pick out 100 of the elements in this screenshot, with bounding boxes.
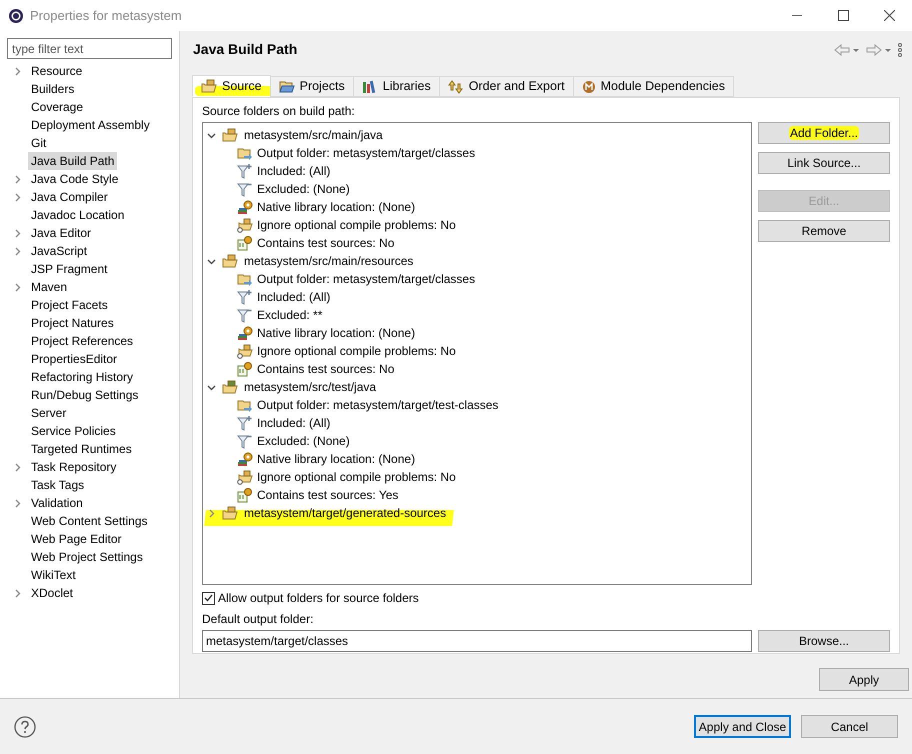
expand-icon[interactable] <box>13 498 22 508</box>
sidebar-item[interactable]: XDoclet <box>28 584 76 602</box>
module-icon <box>582 80 596 94</box>
books-gear-icon <box>237 325 253 341</box>
checkbox[interactable] <box>202 592 215 604</box>
expand-icon[interactable] <box>13 462 22 472</box>
tree-item[interactable]: Output folder: metasystem/target/classes <box>257 144 476 162</box>
sidebar-item[interactable]: Java Code Style <box>28 170 122 188</box>
sidebar-item[interactable]: Java Editor <box>28 224 94 242</box>
output-folder-field[interactable]: metasystem/target/classes <box>202 630 752 652</box>
sidebar-item[interactable]: Service Policies <box>28 422 119 440</box>
filter-plus-icon <box>237 289 253 305</box>
sidebar-item[interactable]: Refactoring History <box>28 368 136 386</box>
sidebar-item[interactable]: Project References <box>28 332 136 350</box>
folder-arrow-icon <box>237 146 253 160</box>
tree-item[interactable]: Ignore optional compile problems: No <box>257 468 456 486</box>
arrows-icon <box>448 80 464 94</box>
tab[interactable]: Order and Export <box>438 76 574 97</box>
tree-item[interactable]: Ignore optional compile problems: No <box>257 342 456 360</box>
package-folder-icon <box>237 217 253 233</box>
tree-item[interactable]: Excluded: (None) <box>257 432 350 450</box>
sidebar-item[interactable]: JSP Fragment <box>28 260 110 278</box>
sidebar-item[interactable]: Git <box>28 134 50 152</box>
sidebar-item[interactable]: Java Build Path <box>28 152 118 170</box>
sidebar-item[interactable]: Resource <box>28 62 86 80</box>
sidebar-item[interactable]: Task Tags <box>28 476 88 494</box>
side-button[interactable]: Add Folder... <box>758 122 890 144</box>
test-document-icon <box>237 235 253 251</box>
sidebar-item[interactable]: Coverage <box>28 98 86 116</box>
folder-arrow-icon <box>237 272 253 286</box>
side-button[interactable]: Remove <box>758 220 890 242</box>
tab[interactable]: Module Dependencies <box>572 76 734 97</box>
apply-button[interactable]: Apply <box>819 668 909 691</box>
side-button[interactable]: Link Source... <box>758 152 890 174</box>
tree-item[interactable]: Contains test sources: No <box>257 360 394 378</box>
tree-item[interactable]: Excluded: (None) <box>257 180 350 198</box>
tree-item[interactable]: Native library location: (None) <box>257 324 416 342</box>
sidebar-item[interactable]: PropertiesEditor <box>28 350 120 368</box>
tree-item[interactable]: Included: (All) <box>257 288 330 306</box>
tree-item[interactable]: Excluded: ** <box>257 306 322 324</box>
tree-item[interactable]: Included: (All) <box>257 162 330 180</box>
more-icon[interactable] <box>898 42 902 56</box>
tree-item[interactable]: metasystem/src/main/resources <box>244 252 414 270</box>
tree-item[interactable]: Output folder: metasystem/target/test-classes <box>257 396 498 414</box>
tree-item[interactable]: Contains test sources: No <box>257 234 394 252</box>
tree-item[interactable]: Contains test sources: Yes <box>257 486 398 504</box>
sidebar-item[interactable]: Project Natures <box>28 314 117 332</box>
sidebar-item[interactable]: Maven <box>28 278 70 296</box>
browse-button[interactable]: Browse... <box>758 630 890 652</box>
sidebar-item[interactable]: Deployment Assembly <box>28 116 153 134</box>
expand-icon[interactable] <box>207 508 216 518</box>
folder-icon <box>278 80 295 94</box>
tree-item[interactable]: Included: (All) <box>257 414 330 432</box>
check-icon <box>204 594 213 602</box>
sidebar-item[interactable]: JavaScript <box>28 242 90 260</box>
tree-item[interactable]: Output folder: metasystem/target/classes <box>257 270 476 288</box>
highlight-mark <box>789 126 859 140</box>
help-icon[interactable] <box>14 716 36 738</box>
window-title: Properties for metasystem <box>30 6 182 25</box>
filter-minus-icon <box>237 433 253 449</box>
maximize-icon <box>838 10 848 21</box>
forward-arrow-icon[interactable] <box>866 44 892 56</box>
source-tree[interactable] <box>202 122 752 585</box>
tree-item[interactable]: metasystem/src/test/java <box>244 378 376 396</box>
sidebar-item[interactable]: Run/Debug Settings <box>28 386 142 404</box>
sidebar-item[interactable]: Server <box>28 404 70 422</box>
folder-arrow-icon <box>237 398 253 412</box>
sidebar-item[interactable]: Web Project Settings <box>28 548 146 566</box>
sidebar-item[interactable]: Javadoc Location <box>28 206 128 224</box>
package-folder-icon <box>201 79 217 93</box>
sidebar-item[interactable]: Targeted Runtimes <box>28 440 135 458</box>
collapse-icon[interactable] <box>207 382 216 392</box>
expand-icon[interactable] <box>13 282 22 292</box>
expand-icon[interactable] <box>13 588 22 598</box>
sidebar-item[interactable]: Web Page Editor <box>28 530 124 548</box>
tree-item[interactable]: Ignore optional compile problems: No <box>257 216 456 234</box>
section-label: Source folders on build path: <box>202 103 356 119</box>
collapse-icon[interactable] <box>207 256 216 266</box>
tree-item[interactable]: metasystem/src/main/java <box>244 126 383 144</box>
sidebar-item[interactable]: Java Compiler <box>28 188 111 206</box>
collapse-icon[interactable] <box>207 130 216 140</box>
sidebar-item[interactable]: Builders <box>28 80 78 98</box>
back-arrow-icon[interactable] <box>834 44 860 56</box>
tab[interactable]: Libraries <box>352 76 440 97</box>
sidebar-item[interactable]: Project Facets <box>28 296 111 314</box>
filter-minus-icon <box>237 307 253 323</box>
sidebar-item[interactable]: Web Content Settings <box>28 512 151 530</box>
filter-field[interactable]: type filter text <box>7 38 172 59</box>
tree-item[interactable]: Native library location: (None) <box>257 198 416 216</box>
tab[interactable]: Projects <box>270 76 354 97</box>
sidebar-item[interactable]: Validation <box>28 494 86 512</box>
tab[interactable]: Source <box>192 75 271 97</box>
filter-plus-icon <box>237 415 253 431</box>
tree-item[interactable]: Native library location: (None) <box>257 450 416 468</box>
expand-icon[interactable] <box>13 66 22 76</box>
tree-item[interactable]: metasystem/target/generated-sources <box>244 504 446 522</box>
sidebar-item[interactable]: Task Repository <box>28 458 120 476</box>
cancel-button[interactable]: Cancel <box>801 715 898 738</box>
sidebar-item[interactable]: WikiText <box>28 566 79 584</box>
apply-and-close-button[interactable]: Apply and Close <box>694 715 791 738</box>
